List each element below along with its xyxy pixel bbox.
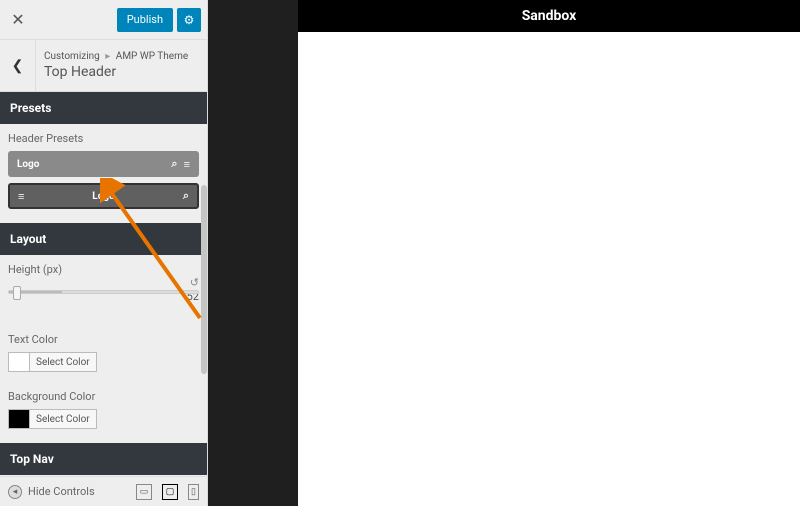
preview-frame: Sandbox: [298, 0, 800, 506]
panel-header: ❮ Customizing ▸ AMP WP Theme Top Header: [0, 40, 207, 92]
search-icon: ⌕: [183, 189, 189, 203]
close-button[interactable]: ✕: [0, 0, 36, 40]
section-layout-header: Layout: [0, 223, 207, 255]
preview-site-title: Sandbox: [298, 0, 800, 32]
customizer-topbar: ✕ Publish ⚙: [0, 0, 207, 40]
slider-track[interactable]: [8, 290, 199, 294]
section-presets-header: Presets: [0, 92, 207, 124]
text-color-swatch[interactable]: [8, 352, 30, 372]
tablet-icon: ▢: [166, 487, 175, 497]
back-button[interactable]: ❮: [0, 40, 36, 92]
bg-color-label: Background Color: [8, 390, 199, 403]
preset-logo-label: Logo: [17, 159, 39, 170]
slider-thumb[interactable]: [13, 286, 21, 300]
device-switcher: ▭ ▢ ▯: [136, 484, 199, 500]
device-desktop-button[interactable]: ▭: [136, 484, 152, 500]
collapse-icon: ◂: [8, 485, 22, 499]
mobile-icon: ▯: [191, 487, 196, 497]
publish-group: Publish ⚙: [117, 8, 201, 32]
header-preset-option-1[interactable]: Logo ⌕ ≡: [8, 151, 199, 177]
height-label: Height (px): [8, 263, 199, 276]
gear-icon: ⚙: [184, 13, 195, 27]
text-color-picker: Select Color: [8, 352, 199, 372]
customizer-footer: ◂ Hide Controls ▭ ▢ ▯: [0, 476, 207, 506]
header-presets-label: Header Presets: [8, 132, 199, 145]
hide-controls-label: Hide Controls: [28, 485, 95, 498]
reset-icon[interactable]: ↺: [190, 276, 199, 289]
device-mobile-button[interactable]: ▯: [188, 484, 199, 500]
preview-gutter: [208, 0, 298, 506]
header-preset-option-2[interactable]: ≡ Logo ⌕: [8, 183, 199, 209]
bg-color-picker: Select Color: [8, 409, 199, 429]
publish-button[interactable]: Publish: [117, 8, 173, 32]
menu-icon: ≡: [184, 158, 190, 171]
customizer-panel: ✕ Publish ⚙ ❮ Customizing ▸ AMP WP Theme…: [0, 0, 208, 506]
text-color-button[interactable]: Select Color: [30, 352, 97, 372]
height-slider[interactable]: ↺ 52: [8, 290, 199, 303]
hide-controls-button[interactable]: ◂ Hide Controls: [8, 485, 95, 499]
desktop-icon: ▭: [140, 487, 149, 497]
section-layout-body: Height (px) ↺ 52 Text Color Select Color: [0, 255, 207, 443]
device-tablet-button[interactable]: ▢: [162, 484, 178, 500]
search-icon: ⌕: [171, 157, 177, 171]
preset-logo-label: Logo: [38, 191, 169, 202]
breadcrumb-separator: ▸: [105, 51, 110, 62]
breadcrumb: Customizing ▸ AMP WP Theme: [44, 51, 188, 62]
bg-color-button[interactable]: Select Color: [30, 409, 97, 429]
scrollbar[interactable]: [201, 185, 207, 374]
breadcrumb-root: Customizing: [44, 51, 100, 62]
text-color-label: Text Color: [8, 333, 199, 346]
breadcrumb-theme: AMP WP Theme: [116, 51, 188, 62]
panel-title: Top Header: [44, 64, 188, 80]
chevron-left-icon: ❮: [12, 58, 24, 74]
section-topnav-header[interactable]: Top Nav: [0, 443, 207, 475]
section-presets-body: Header Presets Logo ⌕ ≡ ≡ Logo ⌕: [0, 124, 207, 223]
bg-color-swatch[interactable]: [8, 409, 30, 429]
publish-settings-button[interactable]: ⚙: [177, 8, 201, 32]
menu-icon: ≡: [18, 190, 24, 203]
